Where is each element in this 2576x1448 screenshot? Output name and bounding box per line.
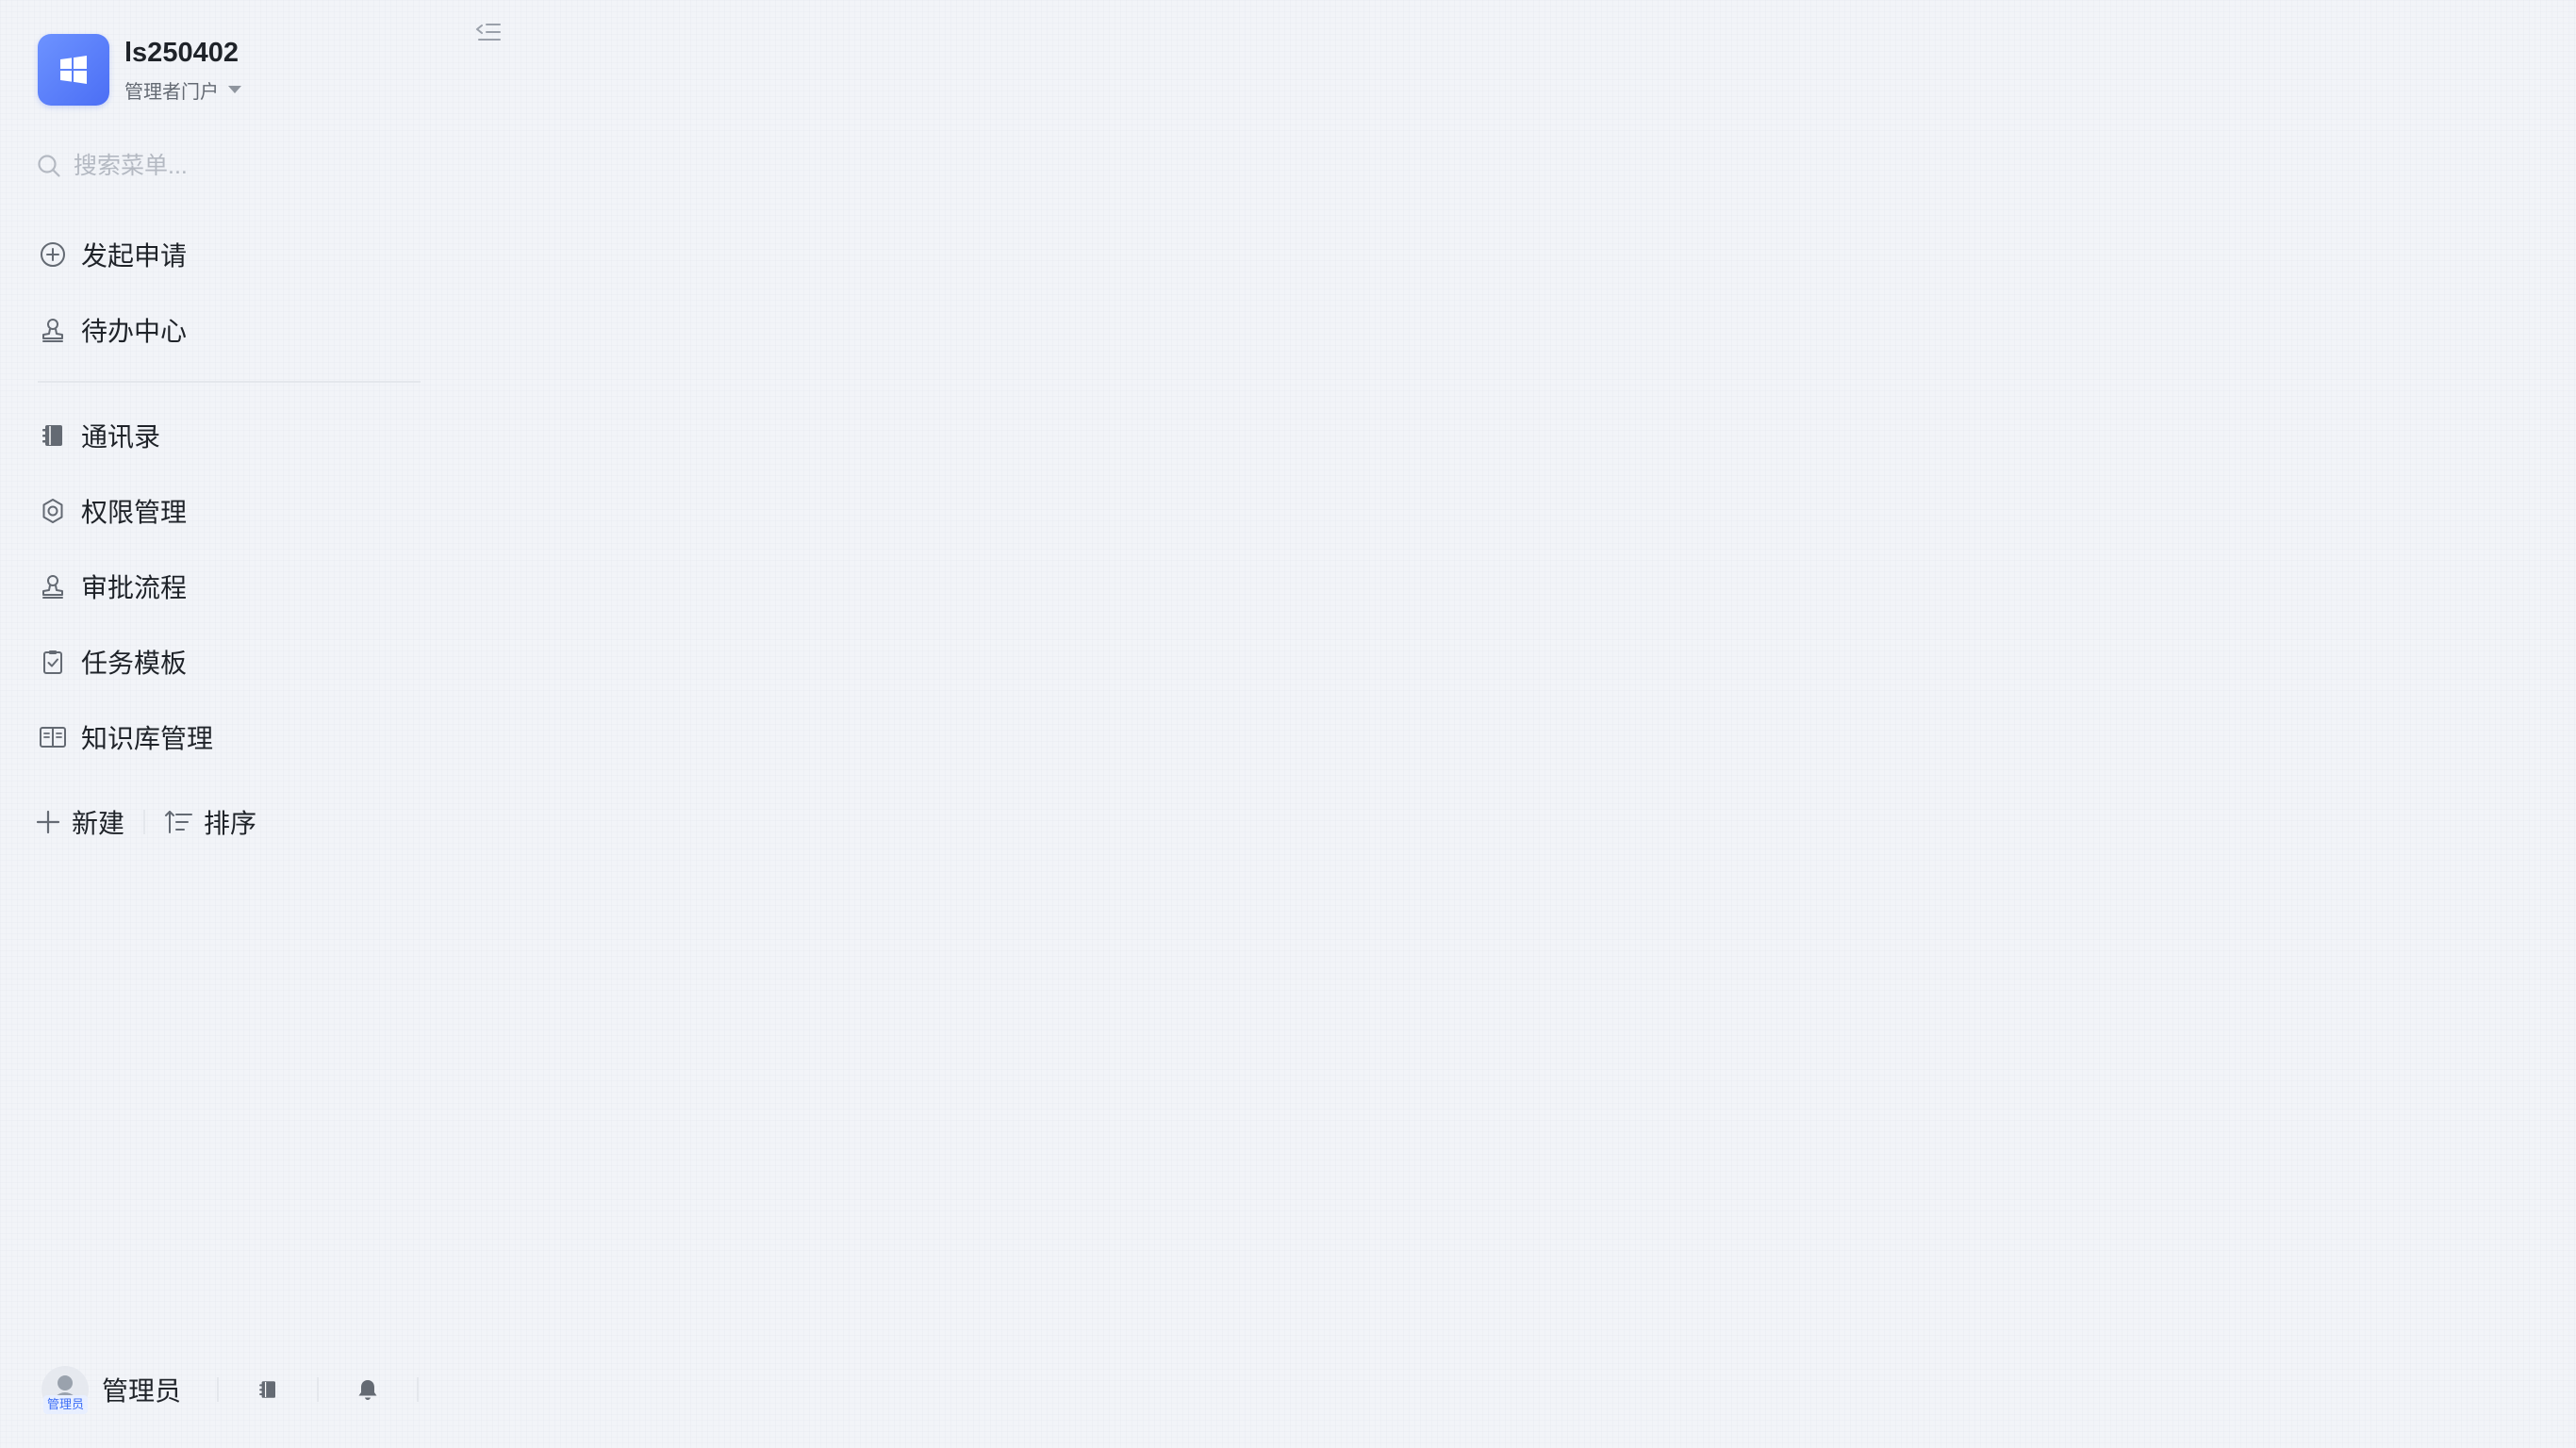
action-separator [143,810,146,834]
user-stamp-icon [38,315,68,345]
menu-item-todo-center[interactable]: 待办中心 [38,300,415,360]
app-name: ls250402 [124,38,239,68]
new-label: 新建 [72,809,125,838]
menu-item-knowledge-base[interactable]: 知识库管理 [38,707,415,767]
menu-item-task-templates[interactable]: 任务模板 [38,632,415,692]
search-input[interactable] [74,152,413,180]
gear-icon [38,496,68,526]
menu-item-label: 待办中心 [81,317,188,346]
address-book-icon [259,1381,276,1398]
menu-item-label: 知识库管理 [81,724,214,753]
search-icon [38,155,60,177]
menu-item-contacts[interactable]: 通讯录 [38,405,415,466]
bell-icon [358,1380,377,1400]
sidebar: ls250402 管理者门户 发起申请 [0,0,509,1448]
plus-circle-icon [38,239,68,270]
plus-icon [36,810,60,834]
checklist-icon [38,647,68,677]
menu-item-permissions[interactable]: 权限管理 [38,481,415,541]
menu-search [36,147,432,185]
sidebar-footer: 管理员 [41,1363,454,1416]
menu-divider [38,381,421,383]
menu-item-label: 通讯录 [81,422,161,452]
address-book-icon [38,420,68,451]
menu-item-label: 审批流程 [81,573,188,602]
portal-label: 管理者门户 [124,81,219,103]
menu-item-label: 任务模板 [81,649,188,678]
portal-switcher[interactable]: 管理者门户 [124,75,243,104]
avatar-head [58,1375,73,1390]
footer-separator [317,1377,320,1402]
sort-icon [165,811,193,833]
footer-separator [417,1377,420,1402]
collapse-menu-icon [476,24,501,41]
sort-label: 排序 [204,809,257,838]
open-book-icon [38,722,68,752]
menu-item-new-request[interactable]: 发起申请 [38,224,415,285]
new-button[interactable]: 新建 [34,803,124,841]
contacts-shortcut-button[interactable] [255,1376,281,1403]
menu-item-approval-flow[interactable]: 审批流程 [38,556,415,617]
app-logo[interactable] [38,34,109,106]
footer-separator [217,1377,220,1402]
sort-button[interactable]: 排序 [164,803,256,841]
windows-grid-icon [60,56,87,84]
menu-item-label: 发起申请 [81,241,188,271]
menu-actions: 新建 排序 [34,803,256,841]
notifications-button[interactable] [355,1376,381,1403]
user-name: 管理员 [102,1376,182,1406]
role-badge: 管理员 [43,1395,89,1414]
collapse-sidebar-button[interactable] [471,17,505,47]
caret-down-icon [228,86,241,93]
menu-item-label: 权限管理 [81,498,188,527]
user-stamp-icon [38,571,68,601]
